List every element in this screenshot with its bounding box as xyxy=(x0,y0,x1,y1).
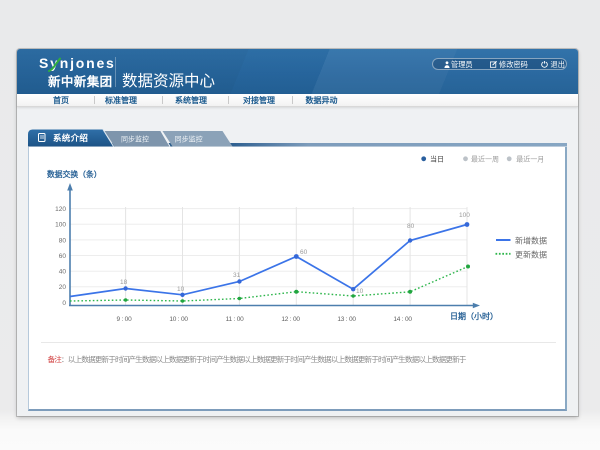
svg-text:60: 60 xyxy=(59,253,67,260)
svg-text:10: 10 xyxy=(177,286,185,293)
svg-text:100: 100 xyxy=(459,212,470,219)
svg-text:更新数据: 更新数据 xyxy=(515,249,547,259)
svg-text:同步监控: 同步监控 xyxy=(121,134,149,143)
svg-text:120: 120 xyxy=(55,206,66,213)
svg-text:18: 18 xyxy=(120,279,128,286)
svg-text:新增数据: 新增数据 xyxy=(515,235,547,245)
svg-text:40: 40 xyxy=(59,268,67,275)
svg-text:80: 80 xyxy=(59,237,67,244)
svg-text:31: 31 xyxy=(233,272,241,279)
svg-text:12 : 00: 12 : 00 xyxy=(281,316,300,323)
svg-text:11 : 00: 11 : 00 xyxy=(226,316,245,323)
svg-text:同步监控: 同步监控 xyxy=(175,134,203,143)
svg-text:14 : 00: 14 : 00 xyxy=(393,316,412,323)
svg-text:13 : 00: 13 : 00 xyxy=(337,316,356,323)
svg-text:100: 100 xyxy=(55,221,66,228)
svg-text:0: 0 xyxy=(62,300,66,307)
svg-text:80: 80 xyxy=(407,223,415,230)
svg-text:系统介绍: 系统介绍 xyxy=(53,133,88,143)
svg-text:20: 20 xyxy=(59,284,67,291)
svg-text:60: 60 xyxy=(300,249,308,256)
svg-text:9 : 00: 9 : 00 xyxy=(116,316,132,323)
svg-text:10: 10 xyxy=(356,288,364,295)
svg-text:10 : 00: 10 : 00 xyxy=(169,316,188,323)
